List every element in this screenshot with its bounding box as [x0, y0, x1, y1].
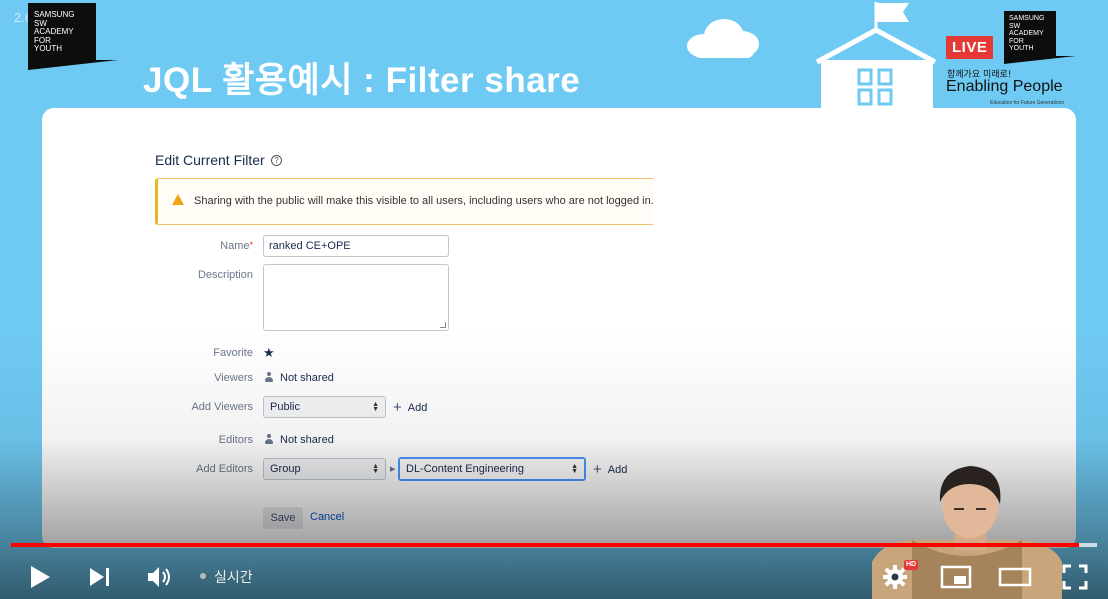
- form-title: Edit Current Filter: [155, 152, 265, 168]
- fullscreen-icon[interactable]: [1062, 564, 1088, 590]
- cloud-icon: [687, 19, 759, 58]
- school-house-icon: [815, 2, 937, 112]
- user-icon: [265, 372, 273, 382]
- live-indicator-dot: [200, 573, 206, 579]
- live-badge: LIVE: [946, 36, 994, 59]
- hd-badge: HD: [904, 560, 919, 570]
- add-editors-label: Add Editors: [196, 463, 253, 475]
- editors-label: Editors: [218, 434, 253, 446]
- slide-title: JQL 활용예시 : Filter share: [143, 61, 581, 100]
- add-viewers-select-value: Public: [270, 401, 300, 413]
- warning-text: Sharing with the public will make this v…: [194, 195, 654, 207]
- progress-played: [11, 543, 1079, 547]
- add-viewers-button[interactable]: + Add: [393, 399, 427, 416]
- save-button[interactable]: Save: [263, 507, 303, 529]
- theater-mode-icon[interactable]: [998, 565, 1032, 589]
- help-icon[interactable]: ?: [271, 155, 282, 166]
- slogan: Enabling People: [946, 78, 1063, 95]
- viewers-label: Viewers: [214, 372, 253, 384]
- add-editors-button[interactable]: + Add: [593, 461, 627, 478]
- add-editors-group-select[interactable]: DL-Content Engineering ▲ ▼: [398, 457, 586, 481]
- add-editors-group-value: DL-Content Engineering: [406, 463, 525, 475]
- name-input[interactable]: ranked CE+OPE: [263, 235, 449, 257]
- favorite-label: Favorite: [213, 347, 253, 359]
- add-viewers-select[interactable]: Public ▲ ▼: [263, 396, 386, 418]
- slogan-sub: Education for Future Generations: [990, 100, 1064, 106]
- live-label[interactable]: 실시간: [214, 567, 253, 587]
- public-sharing-warning: Sharing with the public will make this v…: [155, 178, 654, 225]
- samsung-academy-logo-left: SAMSUNG SW ACADEMY FOR YOUTH: [28, 3, 96, 60]
- warning-icon: [172, 194, 184, 205]
- required-mark: *: [249, 240, 253, 250]
- select-arrows-icon: ▲ ▼: [372, 401, 379, 413]
- description-textarea[interactable]: [263, 264, 449, 331]
- samsung-academy-logo-right: SAMSUNG SW ACADEMY FOR YOUTH: [1004, 11, 1056, 56]
- select-arrows-icon: ▲ ▼: [372, 463, 379, 475]
- play-icon[interactable]: [28, 564, 52, 590]
- user-icon: [265, 434, 273, 444]
- add-editors-type-value: Group: [270, 463, 301, 475]
- viewers-value: Not shared: [280, 372, 334, 384]
- name-label: Name*: [220, 240, 253, 252]
- progress-buffered: [1079, 543, 1097, 547]
- description-label: Description: [197, 269, 253, 281]
- logo-left-tail: [28, 60, 118, 70]
- add-viewers-label: Add Viewers: [191, 401, 253, 413]
- select-arrows-icon: ▲ ▼: [571, 463, 578, 475]
- editors-value: Not shared: [280, 434, 334, 446]
- logo-right-tail: [1004, 56, 1076, 64]
- favorite-star-icon[interactable]: ★: [263, 345, 275, 361]
- volume-icon[interactable]: [146, 564, 174, 590]
- plus-icon: +: [393, 399, 402, 416]
- miniplayer-icon[interactable]: [940, 565, 972, 589]
- next-icon[interactable]: [88, 566, 112, 588]
- cancel-link[interactable]: Cancel: [310, 511, 344, 523]
- resize-handle[interactable]: [440, 322, 446, 328]
- plus-icon: +: [593, 461, 602, 478]
- chevron-right-icon: ▶: [390, 465, 396, 473]
- add-editors-type-select[interactable]: Group ▲ ▼: [263, 458, 386, 480]
